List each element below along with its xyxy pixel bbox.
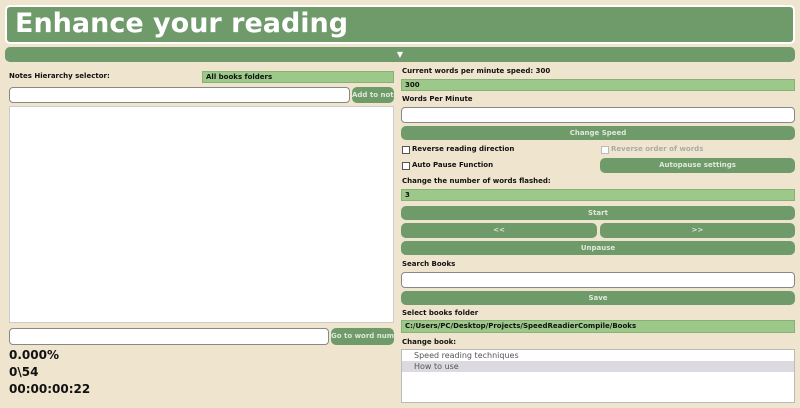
search-books-input[interactable]: [401, 272, 795, 288]
books-folder-label: Select books folder: [402, 309, 479, 317]
next-button[interactable]: >>: [600, 223, 795, 238]
folder-select[interactable]: All books folders: [202, 71, 394, 83]
save-button[interactable]: Save: [401, 291, 795, 305]
collapse-bar[interactable]: ▼: [5, 47, 795, 62]
unpause-button[interactable]: Unpause: [401, 241, 795, 255]
word-count: 0\54: [9, 365, 39, 379]
go-to-word-button[interactable]: Go to word number: [331, 328, 394, 345]
books-folder-select[interactable]: C:/Users/PC/Desktop/Projects/SpeedReadie…: [401, 320, 795, 333]
wpm-label: Words Per Minute: [402, 95, 473, 103]
add-to-notes-button[interactable]: Add to notes: [352, 87, 394, 103]
current-wpm-label: Current words per minute speed: 300: [402, 67, 551, 75]
chevron-down-icon: ▼: [396, 50, 404, 59]
notes-hierarchy-label: Notes Hierarchy selector:: [9, 72, 110, 80]
progress-percent: 0.000%: [9, 348, 59, 362]
app-title: Enhance your reading: [5, 5, 795, 44]
book-list-item-selected[interactable]: How to use: [402, 361, 794, 372]
reading-text-area[interactable]: [9, 106, 394, 323]
search-books-label: Search Books: [402, 260, 456, 268]
words-flashed-label: Change the number of words flashed:: [402, 177, 551, 185]
wpm-input[interactable]: [401, 107, 795, 123]
note-input[interactable]: [9, 87, 350, 103]
reverse-direction-checkbox[interactable]: [402, 146, 410, 154]
autopause-settings-button[interactable]: Autopause settings: [600, 158, 795, 173]
word-number-input[interactable]: [9, 328, 329, 345]
auto-pause-checkbox[interactable]: [402, 162, 410, 170]
reverse-order-label: Reverse order of words: [611, 145, 704, 153]
wpm-select[interactable]: 300: [401, 79, 795, 91]
start-button[interactable]: Start: [401, 206, 795, 220]
book-list[interactable]: Speed reading techniques How to use: [401, 349, 795, 403]
previous-button[interactable]: <<: [401, 223, 597, 238]
words-flashed-select[interactable]: 3: [401, 189, 795, 201]
book-list-item[interactable]: Speed reading techniques: [402, 350, 794, 361]
reverse-direction-label: Reverse reading direction: [412, 145, 515, 153]
change-speed-button[interactable]: Change Speed: [401, 126, 795, 140]
change-book-label: Change book:: [402, 338, 457, 346]
auto-pause-label: Auto Pause Function: [412, 161, 494, 169]
elapsed-time: 00:00:00:22: [9, 382, 91, 396]
reverse-order-checkbox[interactable]: [601, 146, 609, 154]
